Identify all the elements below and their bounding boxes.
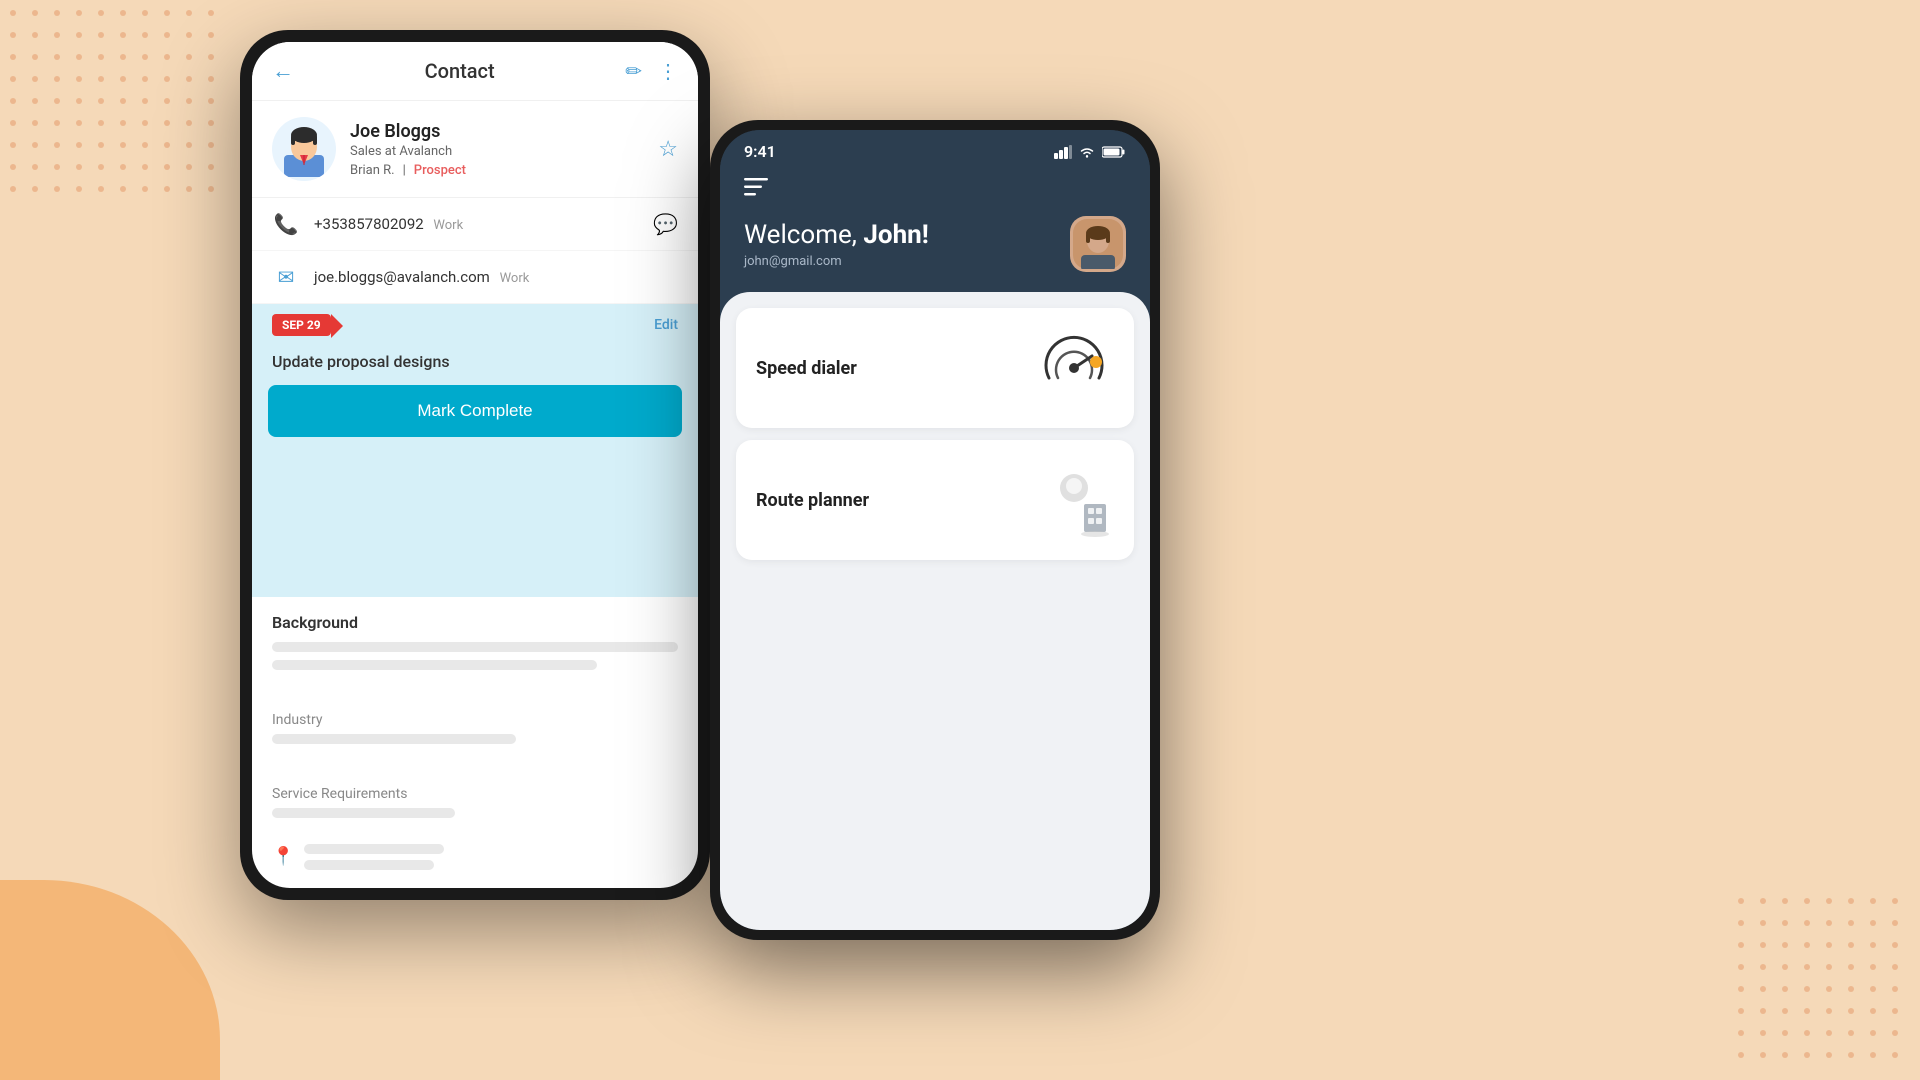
dashboard-phone: 9:41 — [710, 120, 1160, 940]
placeholder-line — [272, 734, 516, 744]
industry-label: Industry — [272, 712, 678, 728]
welcome-info: Welcome, John! john@gmail.com — [744, 220, 929, 269]
status-time: 9:41 — [744, 142, 776, 161]
phone-number: +353857802092 Work — [314, 215, 639, 233]
dashboard-screen: 9:41 — [720, 130, 1150, 930]
speed-dialer-card[interactable]: Speed dialer — [736, 308, 1134, 428]
user-email: john@gmail.com — [744, 254, 929, 269]
avatar — [272, 117, 336, 181]
more-icon[interactable]: ⋮ — [658, 59, 678, 83]
contact-card: Joe Bloggs Sales at Avalanch Brian R. | … — [252, 101, 698, 198]
status-bar: 9:41 — [720, 130, 1150, 169]
task-title: Update proposal designs — [252, 346, 698, 385]
avatar-image — [276, 121, 332, 177]
work-section: 📍 — [252, 834, 698, 888]
task-date-badge: SEP 29 — [272, 314, 331, 336]
placeholder-line — [272, 642, 678, 652]
message-icon[interactable]: 💬 — [653, 212, 678, 236]
task-edit-button[interactable]: Edit — [654, 317, 678, 333]
contact-screen: ← Contact ✏ ⋮ — [252, 42, 698, 888]
task-section: SEP 29 Edit Update proposal designs Mark… — [252, 304, 698, 597]
header-actions: ✏ ⋮ — [625, 59, 678, 83]
wifi-icon — [1078, 145, 1096, 159]
industry-section: Industry — [252, 686, 698, 760]
location-icon: 📍 — [272, 846, 294, 867]
contact-tags: Brian R. | Prospect — [350, 163, 644, 178]
speed-dialer-title: Speed dialer — [756, 358, 857, 379]
dashboard-header: Welcome, John! john@gmail.com — [720, 169, 1150, 292]
welcome-text: Welcome, John! — [744, 220, 929, 250]
speed-dialer-icon — [1034, 328, 1114, 408]
tag-separator: | — [403, 163, 406, 178]
welcome-row: Welcome, John! john@gmail.com — [744, 216, 1126, 272]
work-address — [304, 844, 444, 878]
background-title: Background — [272, 613, 678, 632]
contact-name: Joe Bloggs — [350, 121, 644, 142]
mark-complete-button[interactable]: Mark Complete — [268, 385, 682, 437]
email-row[interactable]: ✉ joe.bloggs@avalanch.com Work — [252, 251, 698, 304]
service-requirements-section: Service Requirements — [252, 760, 698, 834]
star-icon[interactable]: ☆ — [658, 137, 678, 162]
contact-phone: ← Contact ✏ ⋮ — [240, 30, 710, 900]
contact-header: ← Contact ✏ ⋮ — [252, 42, 698, 101]
menu-icon[interactable] — [744, 177, 1126, 202]
contact-company: Sales at Avalanch — [350, 144, 644, 159]
contact-prospect-tag: Prospect — [414, 163, 466, 178]
decorative-dots-br — [1738, 898, 1910, 1070]
contact-details: Joe Bloggs Sales at Avalanch Brian R. | … — [350, 121, 644, 178]
decorative-blob — [0, 880, 220, 1080]
service-req-label: Service Requirements — [272, 786, 678, 802]
email-icon: ✉ — [272, 265, 300, 289]
task-header: SEP 29 Edit — [252, 304, 698, 346]
signal-icon — [1054, 145, 1072, 159]
email-address: joe.bloggs@avalanch.com Work — [314, 268, 678, 286]
back-button[interactable]: ← — [272, 58, 294, 84]
status-icons — [1054, 145, 1126, 159]
battery-icon — [1102, 146, 1126, 158]
placeholder-line — [272, 808, 455, 818]
placeholder-line — [272, 660, 597, 670]
contact-assignee: Brian R. — [350, 163, 395, 178]
route-planner-card[interactable]: Route planner — [736, 440, 1134, 560]
user-avatar — [1070, 216, 1126, 272]
edit-icon[interactable]: ✏ — [625, 59, 642, 83]
background-section: Background — [252, 597, 698, 686]
page-title: Contact — [306, 59, 613, 83]
phone-row[interactable]: 📞 +353857802092 Work 💬 — [252, 198, 698, 251]
route-planner-icon — [1034, 460, 1114, 540]
route-planner-title: Route planner — [756, 490, 869, 511]
dashboard-content: Speed dialer — [720, 292, 1150, 930]
phone-icon: 📞 — [272, 212, 300, 236]
decorative-dots-tl — [10, 10, 226, 204]
